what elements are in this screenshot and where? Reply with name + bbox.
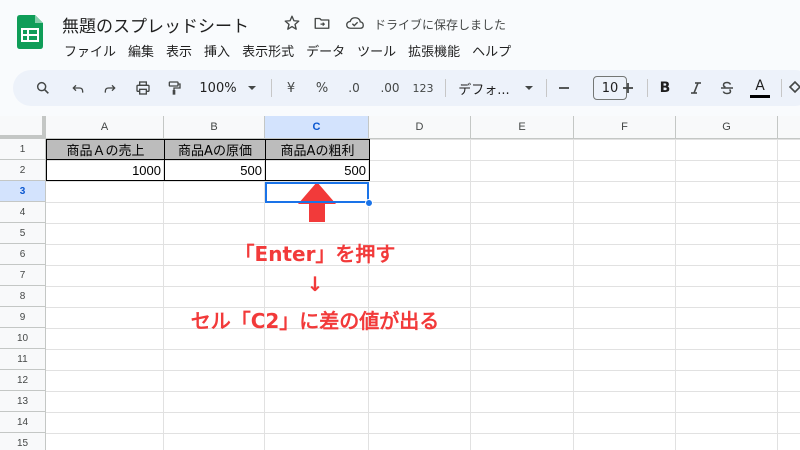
font-family-select[interactable]: デフォ... <box>454 70 514 106</box>
row-header-6[interactable]: 6 <box>0 244 46 265</box>
column-gridline <box>675 139 676 450</box>
paint-format-icon[interactable] <box>161 70 187 106</box>
row-header-2[interactable]: 2 <box>0 160 46 181</box>
row-header-3[interactable]: 3 <box>0 181 46 202</box>
zoom-dropdown-icon[interactable] <box>245 70 259 106</box>
row-header-4[interactable]: 4 <box>0 202 46 223</box>
row-header-5[interactable]: 5 <box>0 223 46 244</box>
save-status: ドライブに保存しました <box>374 18 507 32</box>
column-header-a[interactable]: A <box>46 116 164 139</box>
zoom-select[interactable]: 100% <box>196 70 240 106</box>
decrease-decimal-label: .0 <box>348 81 360 95</box>
spreadsheet-grid[interactable]: A B C D E F G 1 2 3 4 5 6 7 8 9 10 11 12 13 14 15 商品Ａの売上 商品Aの原価… <box>0 116 800 450</box>
menu-tools[interactable]: ツール <box>351 39 402 62</box>
cloud-saved-icon[interactable] <box>345 13 365 33</box>
decrease-decimal-button[interactable]: .0 <box>341 70 367 106</box>
cell-c1[interactable]: 商品Aの粗利 <box>265 139 370 160</box>
menu-extensions[interactable]: 拡張機能 <box>402 39 466 62</box>
menu-insert[interactable]: 挿入 <box>198 39 236 62</box>
row-header-8[interactable]: 8 <box>0 286 46 307</box>
font-dropdown-icon[interactable] <box>522 70 536 106</box>
fill-handle[interactable] <box>365 199 373 207</box>
search-menus-icon[interactable] <box>30 70 56 106</box>
increase-decimal-label: .00 <box>380 81 400 95</box>
menu-help[interactable]: ヘルプ <box>466 39 517 62</box>
row-header-10[interactable]: 10 <box>0 328 46 349</box>
print-icon[interactable] <box>130 70 156 106</box>
toolbar-divider <box>781 79 782 97</box>
bold-button[interactable]: B <box>654 70 676 106</box>
move-folder-icon[interactable] <box>312 13 332 33</box>
more-formats-button[interactable]: 123 <box>410 70 436 106</box>
text-color-swatch <box>750 94 770 98</box>
column-header-f[interactable]: F <box>574 116 676 139</box>
column-header-c[interactable]: C <box>265 116 369 139</box>
toolbar-divider <box>647 79 648 97</box>
menu-edit[interactable]: 編集 <box>122 39 160 62</box>
increase-font-size-icon[interactable] <box>618 70 638 106</box>
column-gridline <box>777 139 778 450</box>
increase-decimal-button[interactable]: .00 <box>375 70 405 106</box>
toolbar-divider <box>546 79 547 97</box>
cell-a1[interactable]: 商品Ａの売上 <box>46 139 165 160</box>
redo-icon[interactable] <box>97 70 123 106</box>
sheets-logo-icon[interactable] <box>17 15 43 49</box>
active-cell-c3[interactable] <box>265 182 369 203</box>
sheets-app: 無題のスプレッドシート ドライブに保存しました ファイル 編集 表示 挿入 表示… <box>0 0 800 450</box>
percent-format-button[interactable]: % <box>312 70 332 106</box>
row-header-1[interactable]: 1 <box>0 139 46 160</box>
fill-color-icon[interactable] <box>788 70 800 106</box>
column-header-partial[interactable] <box>778 116 800 139</box>
cell-b2[interactable]: 500 <box>164 160 266 181</box>
cell-b1[interactable]: 商品Aの原価 <box>164 139 266 160</box>
grid-lines <box>46 139 800 450</box>
text-color-label: A <box>755 77 765 94</box>
column-header-d[interactable]: D <box>369 116 471 139</box>
title-bar: 無題のスプレッドシート ドライブに保存しました ファイル 編集 表示 挿入 表示… <box>0 0 800 64</box>
italic-icon[interactable] <box>685 70 707 106</box>
toolbar-divider <box>271 79 272 97</box>
cell-c2[interactable]: 500 <box>265 160 370 181</box>
menu-file[interactable]: ファイル <box>58 39 122 62</box>
annotation-press-enter: 「Enter」を押す <box>234 242 396 266</box>
row-header-14[interactable]: 14 <box>0 412 46 433</box>
menu-format[interactable]: 表示形式 <box>236 39 300 62</box>
column-header-b[interactable]: B <box>164 116 265 139</box>
star-icon[interactable] <box>282 13 302 33</box>
column-gridline <box>470 139 471 450</box>
cell-a2[interactable]: 1000 <box>46 160 165 181</box>
menu-data[interactable]: データ <box>300 39 351 62</box>
document-title[interactable]: 無題のスプレッドシート <box>62 12 249 37</box>
column-gridline <box>163 139 164 450</box>
toolbar-divider <box>445 79 446 97</box>
decrease-font-size-icon[interactable] <box>554 70 574 106</box>
menu-bar: ファイル 編集 表示 挿入 表示形式 データ ツール 拡張機能 ヘルプ <box>58 39 517 62</box>
row-header-13[interactable]: 13 <box>0 391 46 412</box>
column-header-g[interactable]: G <box>676 116 778 139</box>
text-color-button[interactable]: A <box>749 70 771 106</box>
select-all-corner[interactable] <box>0 116 46 139</box>
row-header-7[interactable]: 7 <box>0 265 46 286</box>
currency-format-button[interactable]: ¥ <box>281 70 301 106</box>
row-header-12[interactable]: 12 <box>0 370 46 391</box>
menu-view[interactable]: 表示 <box>160 39 198 62</box>
toolbar: 100% ¥ % .0 .00 123 デフォ... 10 B A <box>13 70 800 106</box>
row-header-9[interactable]: 9 <box>0 307 46 328</box>
undo-icon[interactable] <box>65 70 91 106</box>
annotation-arrow-down: ↓ <box>306 272 324 296</box>
row-header-15[interactable]: 15 <box>0 433 46 450</box>
column-header-e[interactable]: E <box>471 116 574 139</box>
row-header-11[interactable]: 11 <box>0 349 46 370</box>
column-gridline <box>573 139 574 450</box>
annotation-result: セル「C2」に差の値が出る <box>190 309 440 333</box>
strikethrough-icon[interactable] <box>716 70 738 106</box>
